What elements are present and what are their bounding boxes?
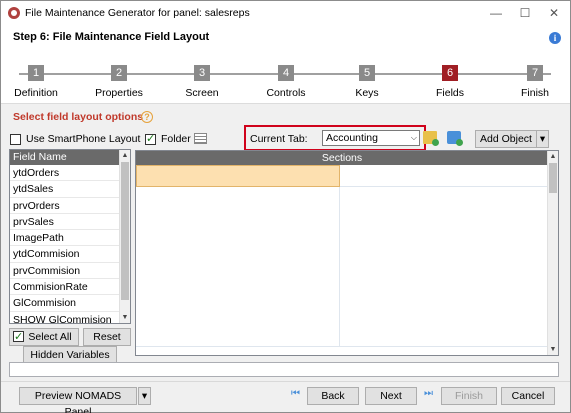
- step-label: Keys: [355, 87, 379, 99]
- step-number: 3: [194, 65, 210, 81]
- select-all-button[interactable]: Select All: [9, 328, 79, 346]
- step-label: Screen: [185, 87, 219, 99]
- list-item[interactable]: GlCommision: [10, 295, 120, 312]
- wizard-steps: 1 Definition 2 Properties 3 Screen 4 Con…: [1, 59, 570, 104]
- current-tab-value: Accounting: [326, 132, 378, 144]
- main-window: File Maintenance Generator for panel: sa…: [0, 0, 571, 413]
- section-cell[interactable]: [340, 165, 548, 187]
- step-label: Finish: [520, 87, 549, 99]
- folder-checkbox[interactable]: [145, 132, 156, 145]
- scroll-thumb[interactable]: [121, 162, 129, 300]
- add-object-dropdown-button[interactable]: ▾: [536, 130, 549, 148]
- list-item[interactable]: SHOW GlCommision: [10, 312, 120, 323]
- step-keys[interactable]: 5 Keys: [332, 59, 402, 99]
- finish-button[interactable]: Finish: [441, 387, 497, 405]
- section-cell[interactable]: [340, 187, 548, 347]
- scroll-up-icon[interactable]: ▲: [548, 151, 558, 162]
- step-label: Controls: [266, 87, 306, 99]
- list-item[interactable]: ytdSales: [10, 181, 120, 198]
- scroll-down-icon[interactable]: ▼: [548, 344, 558, 355]
- sections-grid[interactable]: Sections ▲ ▼: [135, 150, 559, 356]
- title-bar: File Maintenance Generator for panel: sa…: [1, 1, 570, 25]
- scroll-thumb[interactable]: [549, 163, 557, 193]
- step-fields[interactable]: 6 Fields: [415, 59, 485, 99]
- list-item[interactable]: ytdOrders: [10, 165, 120, 182]
- scroll-up-icon[interactable]: ▲: [120, 150, 130, 161]
- folder-label: Folder: [161, 133, 191, 145]
- sections-cells: [136, 165, 548, 347]
- step-label: Fields: [435, 87, 464, 99]
- step-title: Step 6: File Maintenance Field Layout: [13, 31, 210, 43]
- section-cell[interactable]: [136, 187, 340, 347]
- last-page-icon[interactable]: ⏭: [424, 388, 433, 399]
- info-icon[interactable]: i: [549, 32, 561, 44]
- step-number: 7: [527, 65, 543, 81]
- step-number: 1: [28, 65, 44, 81]
- footer-divider: [1, 381, 570, 382]
- wizard-header: Step 6: File Maintenance Field Layout i: [1, 25, 570, 63]
- reset-button[interactable]: Reset: [83, 328, 131, 346]
- status-bar: [9, 362, 559, 377]
- window-title: File Maintenance Generator for panel: sa…: [25, 7, 250, 19]
- add-object-button[interactable]: Add Object: [475, 130, 537, 148]
- step-properties[interactable]: 2 Properties: [84, 59, 154, 99]
- step-finish[interactable]: 7 Finish: [500, 59, 570, 99]
- add-folder-icon[interactable]: [423, 131, 439, 146]
- step-number: 5: [359, 65, 375, 81]
- list-item[interactable]: prvSales: [10, 214, 120, 231]
- preview-dropdown-button[interactable]: ▾: [138, 387, 151, 405]
- step-definition[interactable]: 1 Definition: [1, 59, 71, 99]
- field-list[interactable]: Field Name ytdOrders ytdSales prvOrders …: [9, 149, 131, 324]
- step-label: Definition: [14, 87, 58, 99]
- cancel-button[interactable]: Cancel: [501, 387, 555, 405]
- step-number: 2: [111, 65, 127, 81]
- back-button[interactable]: Back: [307, 387, 359, 405]
- sections-header: Sections: [136, 151, 548, 165]
- preview-panel-button[interactable]: Preview NOMADS Panel: [19, 387, 137, 413]
- list-item[interactable]: CommisionRate: [10, 279, 120, 296]
- grid-layout-icon[interactable]: [194, 133, 207, 144]
- section-cell[interactable]: [136, 165, 340, 187]
- scroll-down-icon[interactable]: ▼: [120, 312, 130, 323]
- field-list-scrollbar[interactable]: ▲ ▼: [119, 150, 130, 323]
- chevron-down-icon: ⌵: [410, 133, 417, 142]
- current-tab-label: Current Tab:: [250, 133, 308, 145]
- sections-scrollbar[interactable]: ▲ ▼: [547, 151, 558, 355]
- select-all-checkbox: [13, 329, 24, 345]
- list-item[interactable]: prvCommision: [10, 263, 120, 280]
- close-button[interactable]: ✕: [541, 3, 567, 23]
- step-number: 6: [442, 65, 458, 81]
- help-icon[interactable]: ?: [141, 111, 153, 123]
- step-number: 4: [278, 65, 294, 81]
- minimize-button[interactable]: —: [483, 3, 509, 23]
- list-item[interactable]: prvOrders: [10, 198, 120, 214]
- first-page-icon[interactable]: ⏮: [291, 388, 300, 399]
- step-label: Properties: [95, 87, 143, 99]
- use-smartphone-label: Use SmartPhone Layout: [26, 133, 141, 145]
- next-button[interactable]: Next: [365, 387, 417, 405]
- maximize-button[interactable]: ☐: [512, 3, 538, 23]
- app-icon: [8, 7, 20, 19]
- step-controls[interactable]: 4 Controls: [251, 59, 321, 99]
- field-list-header: Field Name: [10, 150, 120, 165]
- list-item[interactable]: ytdCommision: [10, 246, 120, 263]
- select-all-label: Select All: [28, 331, 72, 343]
- section-title: Select field layout options: [13, 111, 144, 123]
- step-screen[interactable]: 3 Screen: [167, 59, 237, 99]
- add-tab-icon[interactable]: [447, 131, 463, 146]
- current-tab-select[interactable]: Accounting ⌵: [322, 130, 420, 146]
- list-item[interactable]: ImagePath: [10, 230, 120, 247]
- use-smartphone-checkbox[interactable]: [10, 134, 21, 145]
